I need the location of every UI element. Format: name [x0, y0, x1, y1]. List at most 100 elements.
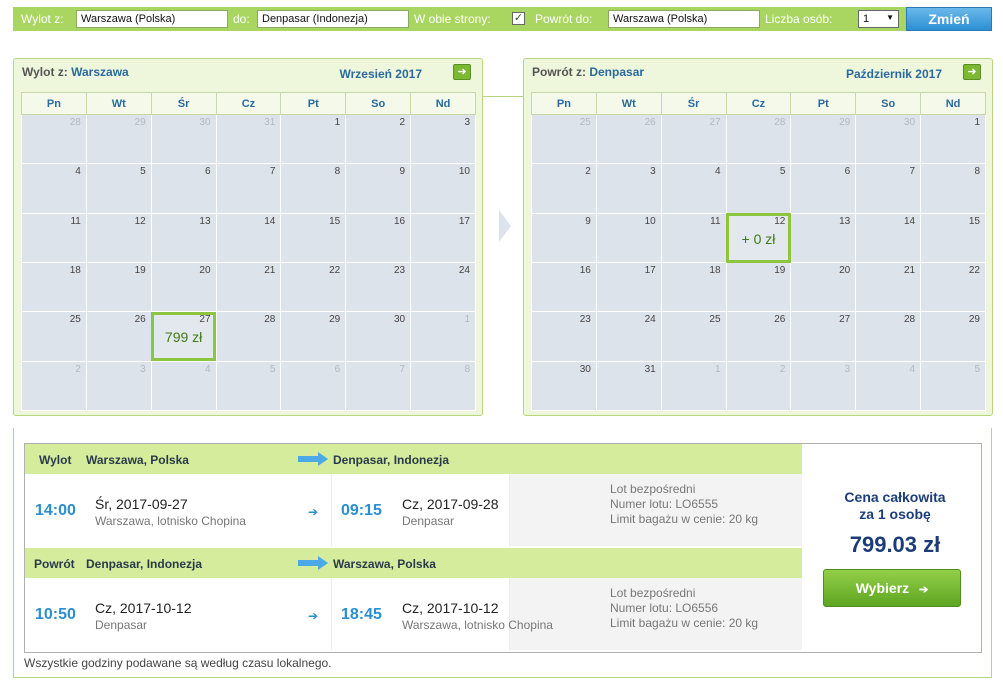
outbound-calendar-day[interactable]: 14 [215, 212, 282, 264]
return-selected-day[interactable]: 12 + 0 zł [725, 212, 792, 264]
return-calendar-day[interactable]: 29 [920, 311, 986, 362]
day-number: 28 [774, 117, 786, 129]
return-calendar-day[interactable]: 26 [725, 311, 792, 362]
return-calendar-day[interactable]: 17 [595, 262, 662, 313]
return-calendar-day[interactable]: 9 [531, 212, 597, 264]
outbound-calendar-day[interactable]: 15 [280, 212, 347, 264]
day-number: 24 [644, 314, 656, 326]
outbound-calendar-day[interactable]: 13 [150, 212, 217, 264]
outbound-calendar-day[interactable]: 3 [410, 114, 476, 165]
return-calendar-day[interactable]: 18 [660, 262, 727, 313]
return-calendar-day[interactable]: 14 [855, 212, 922, 264]
return-calendar-day[interactable]: 24 [595, 311, 662, 362]
return-calendar-day[interactable]: 10 [595, 212, 662, 264]
outbound-calendar-day[interactable]: 11 [21, 212, 87, 264]
total-price: 799.03 zł [849, 532, 941, 557]
outbound-calendar-day[interactable]: 16 [345, 212, 412, 264]
outbound-selected-day[interactable]: 27 799 zł [150, 311, 217, 362]
return-calendar-day: 4 [855, 360, 922, 412]
roundtrip-checkbox[interactable]: ✓ [512, 12, 525, 25]
outbound-calendar-day[interactable]: 21 [215, 262, 282, 313]
return-calendar-day[interactable]: 23 [531, 311, 597, 362]
day-number: 25 [579, 117, 591, 129]
people-select[interactable]: 1 ▼ [858, 10, 899, 28]
day-number: 4 [909, 363, 916, 375]
to-input[interactable]: Denpasar (Indonezja) [257, 10, 409, 28]
outbound-calendar-day[interactable]: 12 [85, 212, 152, 264]
outbound-calendar-day[interactable]: 1 [280, 114, 347, 165]
return-calendar-day[interactable]: 6 [790, 163, 857, 214]
change-search-button[interactable]: Zmień [906, 7, 992, 31]
arrow-right-icon [298, 556, 328, 570]
return-calendar-day: 5 [920, 360, 986, 412]
outbound-calendar-day[interactable]: 4 [21, 163, 87, 214]
return-calendar-day[interactable]: 4 [660, 163, 727, 214]
outbound-calendar-day[interactable]: 28 [215, 311, 282, 362]
return-calendar-day[interactable]: 11 [660, 212, 727, 264]
outbound-leg-label: Wylot [39, 453, 72, 467]
return-input[interactable]: Warszawa (Polska) [608, 10, 760, 28]
outbound-calendar-day[interactable]: 25 [21, 311, 87, 362]
return-to: Warszawa, Polska [333, 557, 436, 571]
outbound-calendar-day[interactable]: 10 [410, 163, 476, 214]
day-number: 12 [774, 215, 786, 227]
outbound-calendar-day[interactable]: 17 [410, 212, 476, 264]
return-calendar-day[interactable]: 25 [660, 311, 727, 362]
outbound-calendar-day[interactable]: 20 [150, 262, 217, 313]
return-calendar-grid: Pn Wt Śr Cz Pt So Nd 25 26 27 28 29 30 1 2 3 4 5 6 7 8 9 10 11 1… [531, 91, 986, 412]
weekday-header: Śr [150, 91, 217, 116]
return-calendar-day[interactable]: 31 [595, 360, 662, 412]
return-calendar-day[interactable]: 30 [531, 360, 597, 412]
weekday-header: So [345, 91, 412, 116]
arrow-right-icon: ➔ [308, 609, 319, 623]
day-number: 7 [909, 166, 916, 178]
outbound-calendar-day[interactable]: 5 [85, 163, 152, 214]
return-calendar-day[interactable]: 3 [595, 163, 662, 214]
outbound-calendar-day[interactable]: 18 [21, 262, 87, 313]
return-calendar-header: Powrót z: Denpasar Październik 2017 ➜ [524, 59, 992, 87]
return-calendar-day[interactable]: 21 [855, 262, 922, 313]
outbound-calendar-day[interactable]: 2 [345, 114, 412, 165]
return-calendar-day[interactable]: 5 [725, 163, 792, 214]
outbound-calendar-day[interactable]: 22 [280, 262, 347, 313]
return-calendar-day: 27 [660, 114, 727, 165]
outbound-calendar-day[interactable]: 19 [85, 262, 152, 313]
price-title-line2: za 1 osobę [859, 506, 931, 522]
outbound-calendar-day[interactable]: 30 [345, 311, 412, 362]
outbound-calendar-week: 18 19 20 21 22 23 24 [21, 262, 476, 313]
outbound-calendar-day[interactable]: 26 [85, 311, 152, 362]
return-calendar-day[interactable]: 15 [920, 212, 986, 264]
outbound-calendar-day[interactable]: 9 [345, 163, 412, 214]
day-number: 4 [714, 166, 721, 178]
return-calendar-day[interactable]: 28 [855, 311, 922, 362]
outbound-calendar-day: 29 [85, 114, 152, 165]
return-leg-details: 10:50 Cz, 2017-10-12 Denpasar ➔ 18:45 Cz… [25, 578, 802, 650]
return-next-month-button[interactable]: ➜ [963, 64, 981, 80]
return-calendar-day[interactable]: 13 [790, 212, 857, 264]
outbound-calendar-day[interactable]: 23 [345, 262, 412, 313]
outbound-next-month-button[interactable]: ➜ [453, 64, 471, 80]
outbound-calendar-day[interactable]: 6 [150, 163, 217, 214]
return-calendar-day[interactable]: 19 [725, 262, 792, 313]
return-calendar-day: 26 [595, 114, 662, 165]
select-button-label: Wybierz [855, 580, 910, 596]
return-label: Powrót do: [535, 12, 593, 26]
outbound-calendar-day[interactable]: 29 [280, 311, 347, 362]
return-calendar-day[interactable]: 8 [920, 163, 986, 214]
outbound-month-label: Wrzesień 2017 [339, 67, 423, 81]
arrow-right-icon: ➜ [457, 66, 467, 78]
return-calendar-day[interactable]: 16 [531, 262, 597, 313]
from-input[interactable]: Warszawa (Polska) [76, 10, 228, 28]
day-number: 3 [844, 363, 851, 375]
outbound-calendar-day[interactable]: 8 [280, 163, 347, 214]
return-calendar-day[interactable]: 1 [920, 114, 986, 165]
return-calendar-week: 2 3 4 5 6 7 8 [531, 163, 986, 214]
return-calendar-day[interactable]: 2 [531, 163, 597, 214]
return-calendar-day[interactable]: 7 [855, 163, 922, 214]
select-flight-button[interactable]: Wybierz ➔ [823, 569, 961, 607]
return-calendar-day[interactable]: 22 [920, 262, 986, 313]
outbound-calendar-day[interactable]: 24 [410, 262, 476, 313]
return-calendar-day[interactable]: 27 [790, 311, 857, 362]
return-calendar-day[interactable]: 20 [790, 262, 857, 313]
outbound-calendar-day[interactable]: 7 [215, 163, 282, 214]
